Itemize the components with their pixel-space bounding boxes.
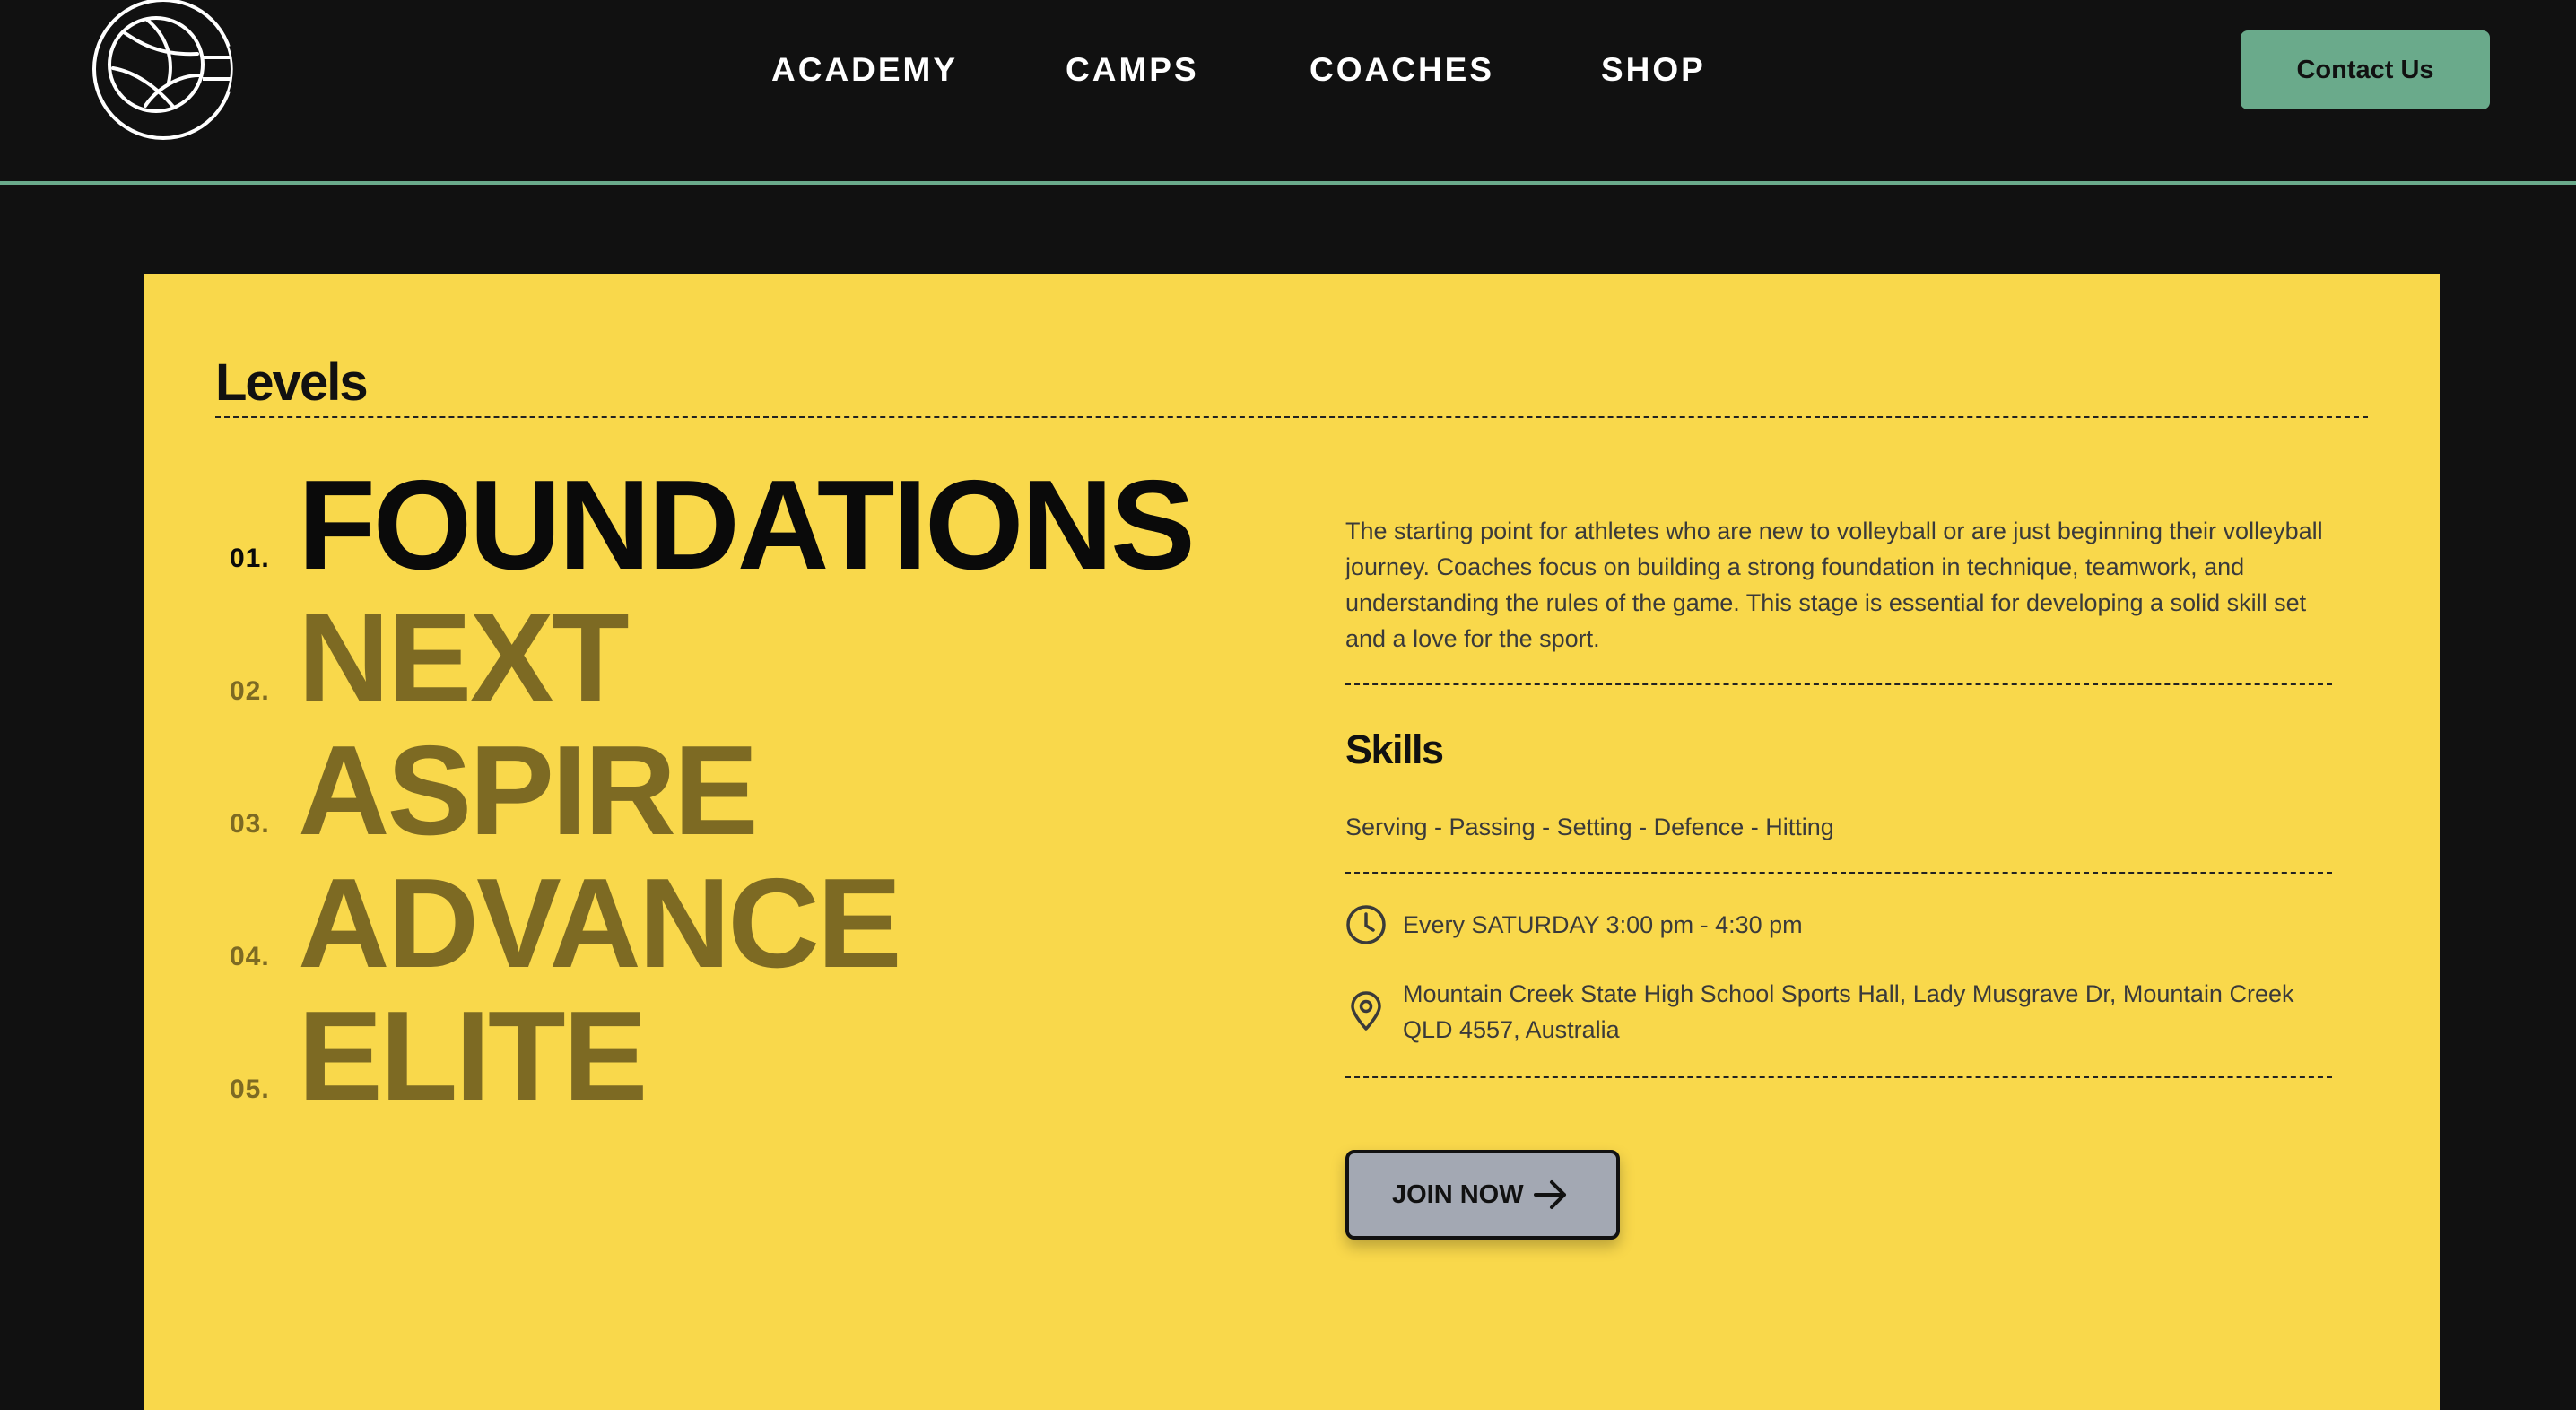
nav-camps[interactable]: CAMPS	[1066, 47, 1199, 93]
nav-academy[interactable]: ACADEMY	[771, 47, 958, 93]
nav-coaches[interactable]: COACHES	[1310, 47, 1494, 93]
level-name: ADVANCE	[298, 852, 902, 995]
join-now-label: JOIN NOW	[1392, 1180, 1524, 1209]
description-divider	[1345, 683, 2332, 685]
location-row: Mountain Creek State High School Sports …	[1345, 976, 2341, 1048]
location-text: Mountain Creek State High School Sports …	[1403, 980, 2294, 1043]
nav-shop[interactable]: SHOP	[1601, 47, 1706, 93]
skills-divider	[1345, 872, 2332, 874]
level-name: ELITE	[298, 985, 648, 1127]
map-pin-icon	[1345, 990, 1387, 1031]
contact-us-button[interactable]: Contact Us	[2241, 30, 2490, 109]
levels-divider	[215, 416, 2368, 418]
level-number: 04.	[230, 942, 270, 971]
level-number: 02.	[230, 676, 270, 706]
level-name: ASPIRE	[298, 719, 759, 862]
level-number: 05.	[230, 1075, 270, 1104]
site-header: ACADEMY CAMPS COACHES SHOP Contact Us	[0, 0, 2576, 185]
join-now-button[interactable]: JOIN NOW	[1345, 1150, 1620, 1240]
level-number: 03.	[230, 809, 270, 839]
levels-heading: Levels	[215, 353, 369, 412]
level-number: 01.	[230, 544, 270, 573]
level-name: FOUNDATIONS	[298, 454, 1196, 596]
clock-icon	[1345, 904, 1387, 945]
schedule-text: Every SATURDAY 3:00 pm - 4:30 pm	[1403, 911, 1803, 938]
skills-heading: Skills	[1345, 727, 1444, 772]
schedule-row: Every SATURDAY 3:00 pm - 4:30 pm	[1345, 904, 2341, 945]
level-description: The starting point for athletes who are …	[1345, 518, 2323, 652]
arrow-right-icon	[1532, 1177, 1570, 1213]
levels-card: Levels 01. FOUNDATIONS 02. NEXT 03. ASPI…	[144, 274, 2440, 1410]
info-divider	[1345, 1076, 2332, 1078]
main-nav: ACADEMY CAMPS COACHES SHOP	[0, 47, 2576, 93]
skills-list: Serving - Passing - Setting - Defence - …	[1345, 814, 1834, 840]
level-name: NEXT	[298, 587, 630, 729]
